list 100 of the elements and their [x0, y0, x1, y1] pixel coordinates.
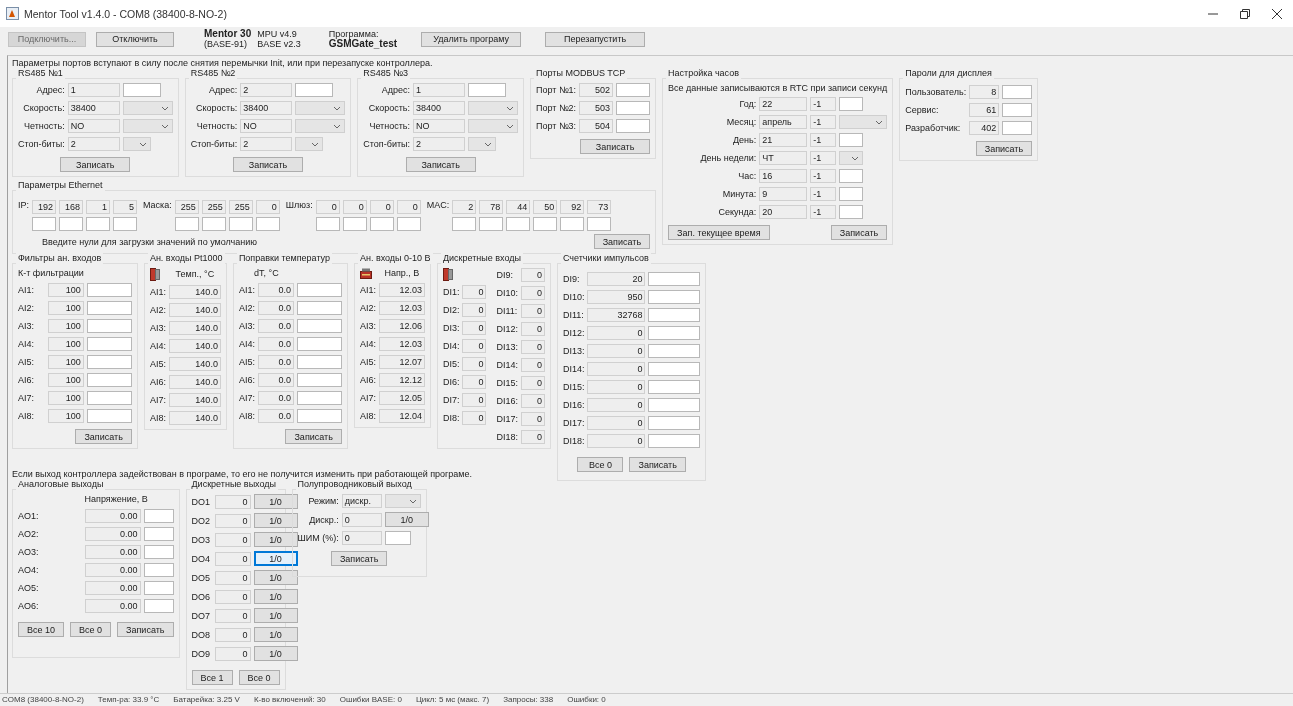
- dropdown[interactable]: [384, 494, 421, 508]
- input-field[interactable]: [228, 217, 253, 231]
- input-field[interactable]: [296, 409, 342, 423]
- toggle-button[interactable]: 1/0: [253, 646, 298, 661]
- input-field[interactable]: [648, 326, 701, 340]
- toggle-button[interactable]: 1/0: [253, 551, 298, 566]
- input-field[interactable]: [839, 205, 864, 219]
- input-field[interactable]: [296, 355, 342, 369]
- input-field[interactable]: [616, 119, 651, 133]
- write-button[interactable]: Записать: [60, 157, 131, 172]
- input-field[interactable]: [648, 434, 701, 448]
- dropdown[interactable]: [122, 119, 173, 133]
- write-button[interactable]: Записать: [975, 141, 1033, 156]
- toggle-button[interactable]: 1/0: [253, 627, 298, 642]
- input-field[interactable]: [468, 83, 506, 97]
- input-field[interactable]: [143, 599, 174, 613]
- reset-button[interactable]: Все 0: [577, 457, 624, 472]
- dropdown[interactable]: [839, 151, 864, 165]
- preset-button[interactable]: Все 10: [18, 622, 65, 637]
- input-field[interactable]: [839, 169, 864, 183]
- input-field[interactable]: [143, 509, 174, 523]
- input-field[interactable]: [295, 83, 334, 97]
- preset-button[interactable]: Все 0: [238, 670, 280, 685]
- dropdown[interactable]: [295, 119, 346, 133]
- dropdown[interactable]: [122, 137, 151, 151]
- input-field[interactable]: [86, 391, 132, 405]
- preset-button[interactable]: Все 0: [70, 622, 112, 637]
- write-button[interactable]: Записать: [285, 429, 342, 444]
- input-field[interactable]: [839, 97, 864, 111]
- input-field[interactable]: [315, 217, 340, 231]
- input-field[interactable]: [296, 301, 342, 315]
- input-field[interactable]: [648, 290, 701, 304]
- input-field[interactable]: [342, 217, 367, 231]
- write-button[interactable]: Записать: [580, 139, 651, 154]
- connection-button[interactable]: Отключить: [96, 31, 174, 47]
- dropdown[interactable]: [295, 101, 346, 115]
- input-field[interactable]: [648, 272, 701, 286]
- write-button[interactable]: Записать: [75, 429, 132, 444]
- write-button[interactable]: Записать: [405, 157, 476, 172]
- input-field[interactable]: [452, 217, 477, 231]
- input-field[interactable]: [143, 563, 174, 577]
- input-field[interactable]: [839, 187, 864, 201]
- input-field[interactable]: [1002, 85, 1033, 99]
- input-field[interactable]: [587, 217, 612, 231]
- dropdown[interactable]: [468, 119, 518, 133]
- input-field[interactable]: [296, 319, 342, 333]
- input-field[interactable]: [143, 545, 174, 559]
- input-field[interactable]: [143, 527, 174, 541]
- set-time-button[interactable]: Зап. текущее время: [668, 225, 770, 240]
- input-field[interactable]: [255, 217, 280, 231]
- toggle-button[interactable]: 1/0: [253, 570, 298, 585]
- toggle-button[interactable]: 1/0: [253, 589, 298, 604]
- write-button[interactable]: Записать: [233, 157, 303, 172]
- toggle-button[interactable]: 1/0: [253, 608, 298, 623]
- input-field[interactable]: [648, 362, 701, 376]
- dropdown[interactable]: [468, 137, 496, 151]
- input-field[interactable]: [32, 217, 56, 231]
- input-field[interactable]: [59, 217, 83, 231]
- input-field[interactable]: [86, 217, 110, 231]
- input-field[interactable]: [86, 301, 132, 315]
- input-field[interactable]: [479, 217, 504, 231]
- input-field[interactable]: [174, 217, 199, 231]
- input-field[interactable]: [1002, 121, 1033, 135]
- program-button[interactable]: Удалить програму: [421, 31, 522, 47]
- input-field[interactable]: [648, 308, 701, 322]
- dropdown[interactable]: [468, 101, 518, 115]
- program-button[interactable]: Перезапустить: [545, 31, 646, 47]
- input-field[interactable]: [86, 355, 132, 369]
- dropdown[interactable]: [295, 137, 324, 151]
- toggle-button[interactable]: 1/0: [253, 494, 298, 509]
- toggle-button[interactable]: 1/0: [253, 513, 298, 528]
- toggle-button[interactable]: 1/0: [384, 512, 429, 527]
- input-field[interactable]: [648, 416, 701, 430]
- input-field[interactable]: [369, 217, 394, 231]
- dropdown[interactable]: [122, 101, 173, 115]
- preset-button[interactable]: Все 1: [191, 670, 233, 685]
- input-field[interactable]: [648, 398, 701, 412]
- dropdown[interactable]: [839, 115, 888, 129]
- input-field[interactable]: [560, 217, 585, 231]
- input-field[interactable]: [113, 217, 137, 231]
- input-field[interactable]: [616, 101, 651, 115]
- input-field[interactable]: [533, 217, 558, 231]
- input-field[interactable]: [86, 283, 132, 297]
- input-field[interactable]: [1002, 103, 1033, 117]
- input-field[interactable]: [384, 531, 411, 545]
- input-field[interactable]: [648, 380, 701, 394]
- input-field[interactable]: [143, 581, 174, 595]
- input-field[interactable]: [296, 373, 342, 387]
- input-field[interactable]: [201, 217, 226, 231]
- input-field[interactable]: [296, 337, 342, 351]
- input-field[interactable]: [86, 409, 132, 423]
- write-button[interactable]: Записать: [629, 457, 686, 472]
- input-field[interactable]: [122, 83, 161, 97]
- input-field[interactable]: [86, 319, 132, 333]
- input-field[interactable]: [396, 217, 421, 231]
- toggle-button[interactable]: 1/0: [253, 532, 298, 547]
- input-field[interactable]: [506, 217, 531, 231]
- input-field[interactable]: [86, 373, 132, 387]
- input-field[interactable]: [296, 283, 342, 297]
- write-button[interactable]: Записать: [330, 551, 388, 566]
